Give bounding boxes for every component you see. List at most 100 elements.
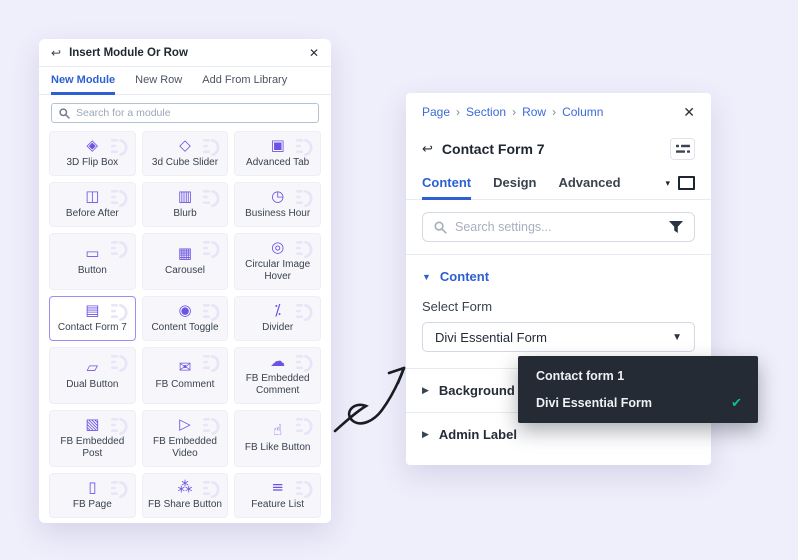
module-card-fb-comment[interactable]: ✉ FB Comment [141,347,229,404]
breadcrumb-separator: › [552,105,557,119]
hand-drawn-arrow [333,366,406,433]
divi-essential-watermark-icon [109,353,128,373]
close-icon[interactable]: ✕ [309,47,319,59]
tab-design[interactable]: Design [493,168,536,200]
settings-tabs: Content Design Advanced ▾ [406,167,711,200]
tab-content[interactable]: Content [422,168,472,200]
module-label: Blurb [173,208,197,219]
chevron-down-icon: ▼ [422,271,431,282]
chevron-down-icon[interactable]: ▾ [665,178,670,189]
divi-essential-watermark-icon [294,302,313,322]
fb-share-button-icon: ⁂ [177,478,193,496]
module-card-contact-form-7[interactable]: ▤ Contact Form 7 [49,296,136,341]
tab-new-module[interactable]: New Module [51,67,116,95]
module-card-circular-image-hover[interactable]: ◎ Circular Image Hover [234,233,321,290]
module-label: Before After [65,208,119,219]
before-after-icon: ◫ [85,187,100,205]
module-card-before-after[interactable]: ◫ Before After [49,182,136,227]
module-card-fb-like-button[interactable]: ☝ FB Like Button [234,410,321,467]
carousel-icon: ▦ [177,244,193,262]
module-search-input[interactable] [76,107,311,119]
module-label: FB Embedded Comment [245,373,310,396]
tab-new-row[interactable]: New Row [135,67,182,95]
search-icon [434,220,447,234]
module-card-business-hour[interactable]: ◷ Business Hour [234,182,321,227]
settings-search-input[interactable] [455,220,661,234]
module-label: 3D Flip Box [66,157,119,168]
module-card-fb-embedded-comment[interactable]: ☁ FB Embedded Comment [234,347,321,404]
contact-form-icon: ▤ [85,301,100,319]
admin-label-accordion-label: Admin Label [438,427,517,442]
select-form-dropdown[interactable]: Divi Essential Form ▼ [422,322,695,352]
fb-embedded-comment-icon: ☁ [270,352,286,370]
flip-box-icon: ◈ [86,136,99,154]
module-card-fb-embedded-post[interactable]: ▧ FB Embedded Post [49,410,136,467]
tab-advanced[interactable]: Advanced [558,168,620,200]
divi-essential-watermark-icon [202,239,220,259]
divi-essential-watermark-icon [109,137,128,157]
divi-essential-watermark-icon [294,239,313,259]
divi-essential-watermark-icon [202,479,220,499]
module-card-button[interactable]: ▭ Button [49,233,136,290]
insert-module-panel: ↩ Insert Module Or Row ✕ New Module New … [39,39,331,523]
module-card-content-toggle[interactable]: ◉ Content Toggle [141,296,229,341]
module-card-feature-list[interactable]: ≡ Feature List [234,473,321,518]
divi-essential-watermark-icon [109,302,128,322]
menu-item-contact-form-1[interactable]: Contact form 1 [518,362,758,389]
select-form-value: Divi Essential Form [435,329,547,345]
module-card-blurb[interactable]: ▥ Blurb [141,182,229,227]
dots-dashes-icon [675,144,690,153]
cube-slider-icon: ◇ [179,136,191,154]
module-card-advanced-tab[interactable]: ▣ Advanced Tab [234,131,321,176]
select-form-label: Select Form [422,299,493,314]
fb-embedded-post-icon: ▧ [85,415,100,433]
breadcrumb-separator: › [456,105,461,119]
module-card-fb-embedded-video[interactable]: ▷ FB Embedded Video [141,410,229,467]
module-card-divider[interactable]: ⁒ Divider [234,296,321,341]
divi-essential-watermark-icon [109,239,128,259]
back-arrow-icon[interactable]: ↩ [422,141,433,157]
back-arrow-icon[interactable]: ↩ [51,46,61,60]
desktop-preview-icon[interactable] [678,176,695,190]
menu-item-divi-essential-form[interactable]: Divi Essential Form ✔ [518,389,758,416]
breadcrumb-page[interactable]: Page [422,105,450,119]
content-accordion-label: Content [439,269,490,284]
tab-add-from-library[interactable]: Add From Library [202,67,287,95]
module-options-button[interactable] [670,138,695,160]
breadcrumb-section[interactable]: Section [466,105,506,119]
breadcrumb-column[interactable]: Column [562,105,603,119]
module-label: Content Toggle [151,322,219,333]
feature-list-icon: ≡ [271,478,284,496]
module-card-3d-flip-box[interactable]: ◈ 3D Flip Box [49,131,136,176]
breadcrumb: Page › Section › Row › Column ✕ [406,93,711,131]
fb-page-icon: ▯ [88,478,97,496]
module-label: Circular Image Hover [245,259,311,282]
settings-search-wrap [406,200,711,255]
breadcrumb-row[interactable]: Row [522,105,546,119]
module-label: Button [77,265,107,276]
module-card-dual-button[interactable]: ▱ Dual Button [49,347,136,404]
chevron-right-icon: ▶ [422,429,429,439]
module-label: FB Like Button [244,442,311,453]
module-card-fb-page[interactable]: ▯ FB Page [49,473,136,518]
chevron-down-icon: ▼ [672,331,682,343]
module-search-box [51,103,319,123]
module-label: Advanced Tab [246,157,310,168]
divi-essential-watermark-icon [202,302,220,322]
content-accordion-toggle[interactable]: ▼ Content [406,255,711,284]
module-label: FB Comment [155,379,215,390]
check-icon: ✔ [731,394,742,410]
fb-like-button-icon: ☝ [273,421,283,439]
close-icon[interactable]: ✕ [683,105,695,119]
module-card-3d-cube-slider[interactable]: ◇ 3d Cube Slider [141,131,229,176]
module-card-carousel[interactable]: ▦ Carousel [141,233,229,290]
breadcrumb-separator: › [512,105,517,119]
insert-module-title: Insert Module Or Row [69,46,188,59]
divi-essential-watermark-icon [109,479,128,499]
filter-funnel-icon[interactable] [669,221,683,233]
module-label: Business Hour [245,208,311,219]
insert-module-tabs: New Module New Row Add From Library [39,67,331,95]
settings-title-row: ↩ Contact Form 7 [406,131,711,167]
dual-button-icon: ▱ [86,358,99,376]
module-card-fb-share-button[interactable]: ⁂ FB Share Button [141,473,229,518]
